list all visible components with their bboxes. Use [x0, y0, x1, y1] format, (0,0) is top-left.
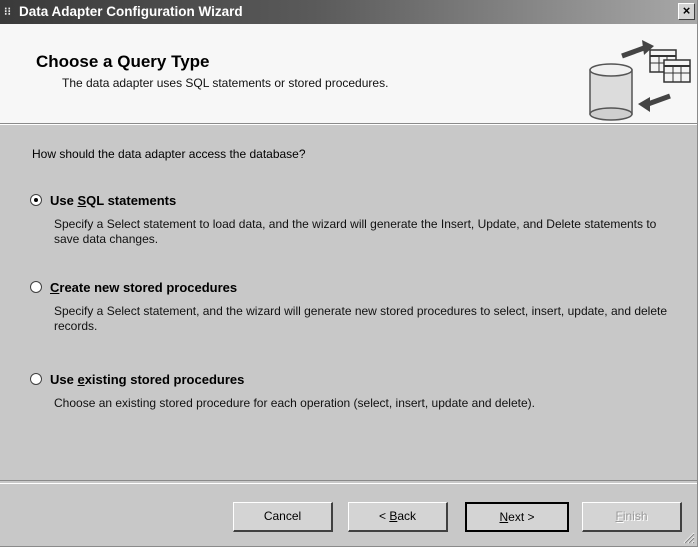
radio-use-sql-statements[interactable] — [30, 194, 42, 206]
database-icon — [589, 40, 691, 121]
resize-grip-icon[interactable] — [683, 532, 695, 544]
footer-divider — [0, 480, 697, 484]
question-text: How should the data adapter access the d… — [32, 147, 306, 161]
option-label[interactable]: Use existing stored procedures — [50, 372, 244, 387]
option-description: Choose an existing stored procedure for … — [54, 396, 535, 410]
cancel-button[interactable]: Cancel — [233, 502, 333, 532]
option-label[interactable]: Use SQL statements — [50, 193, 176, 208]
finish-button[interactable]: Finish — [582, 502, 682, 532]
back-button[interactable]: < Back — [348, 502, 448, 532]
wizard-icon: ⁝⁝ — [4, 6, 11, 18]
page-subtitle: The data adapter uses SQL statements or … — [62, 76, 389, 90]
page-title: Choose a Query Type — [36, 52, 210, 71]
radio-create-new-stored-procedures[interactable] — [30, 281, 42, 293]
next-button[interactable]: Next > — [465, 502, 569, 532]
option-label[interactable]: Create new stored procedures — [50, 280, 237, 295]
wizard-window: ⁝⁝ Data Adapter Configuration Wizard × C… — [0, 0, 698, 547]
option-description: Specify a Select statement to load data,… — [54, 217, 657, 246]
option-description: Specify a Select statement, and the wiza… — [54, 304, 668, 333]
radio-use-existing-stored-procedures[interactable] — [30, 373, 42, 385]
header-divider — [0, 124, 697, 125]
close-button[interactable]: × — [678, 3, 695, 20]
window-title: Data Adapter Configuration Wizard — [19, 4, 243, 19]
wizard-header: Choose a Query Type The data adapter use… — [0, 24, 697, 124]
title-bar[interactable]: ⁝⁝ Data Adapter Configuration Wizard × — [0, 0, 697, 24]
